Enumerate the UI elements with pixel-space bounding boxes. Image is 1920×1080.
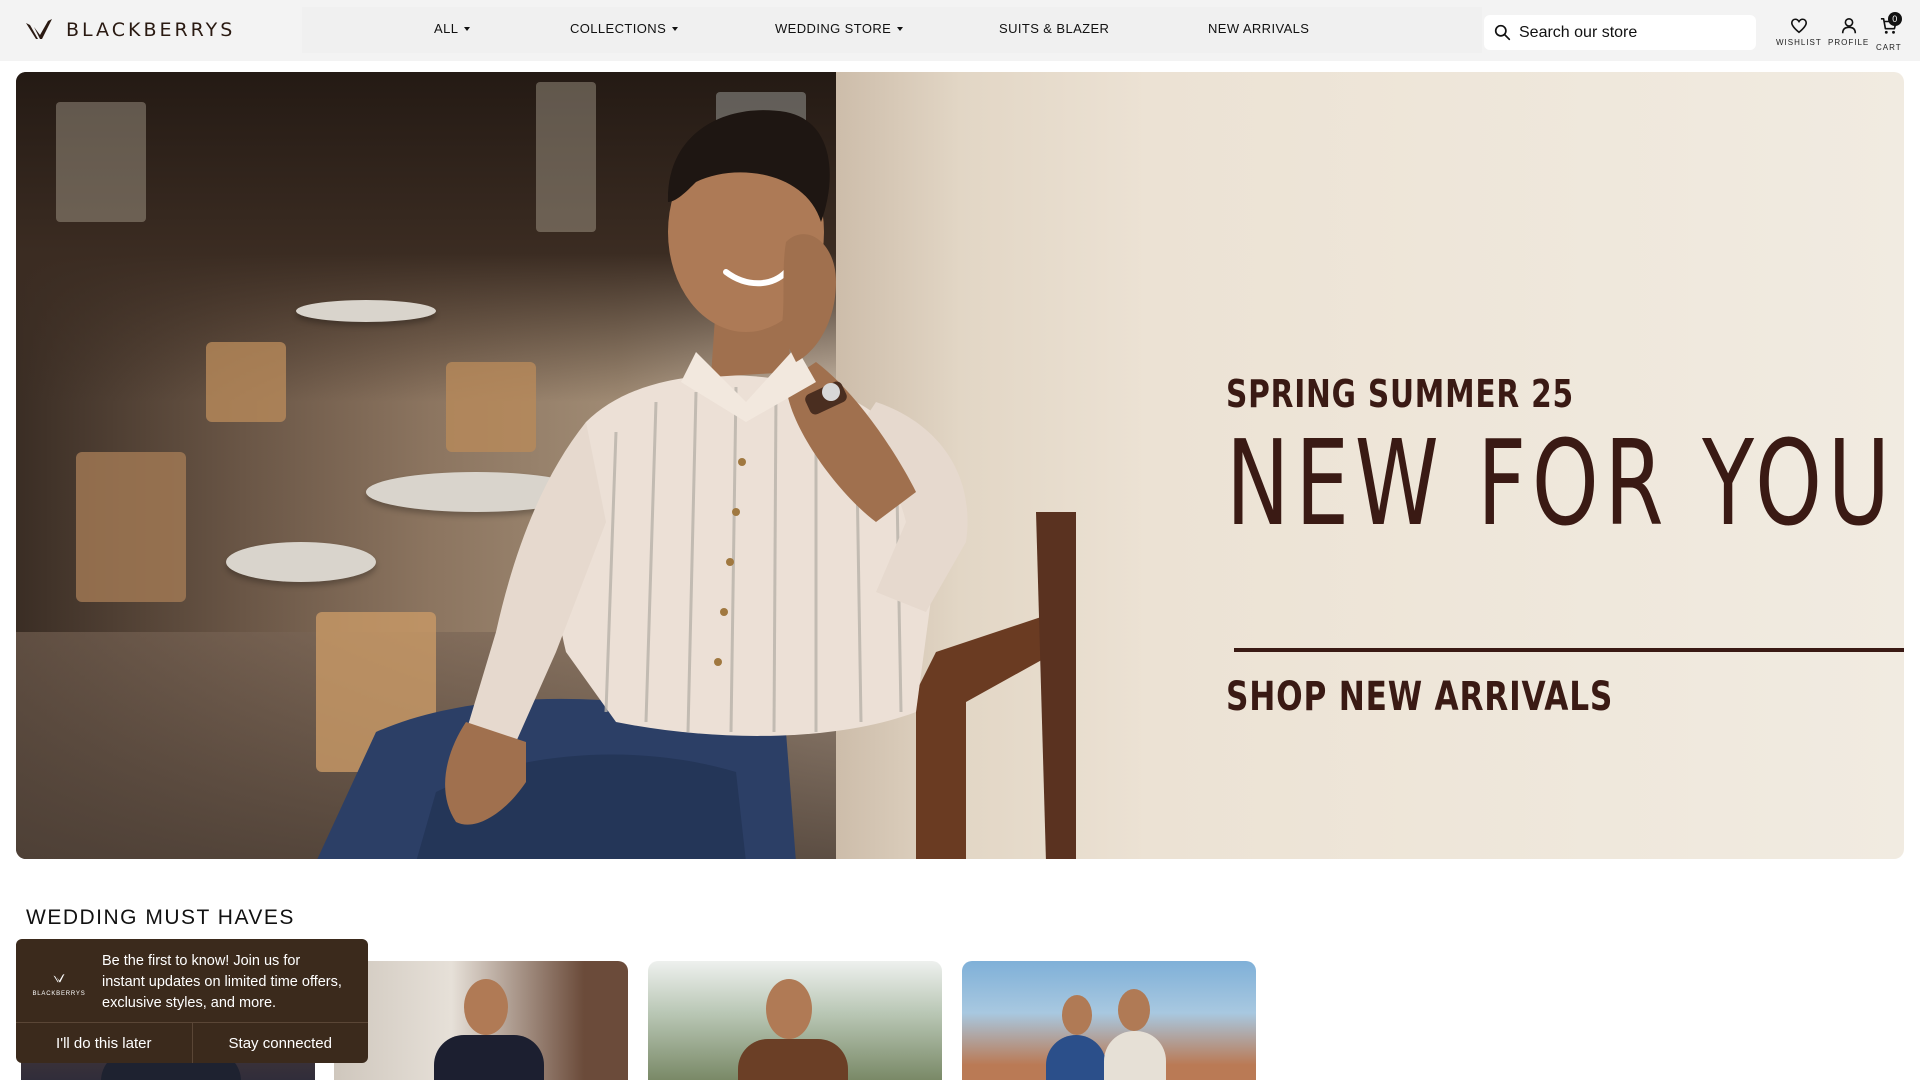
user-icon [1841, 17, 1856, 34]
brand-mark-icon [53, 973, 65, 983]
dismiss-button[interactable]: I'll do this later [16, 1023, 193, 1063]
wishlist-label: WISHLIST [1776, 38, 1822, 47]
wishlist-button[interactable]: WISHLIST [1776, 17, 1822, 47]
caret-down-icon [897, 26, 904, 31]
main-nav: ALL COLLECTIONS WEDDING STORE SUITS & BL… [302, 7, 1482, 53]
cafe-window [56, 102, 146, 222]
stay-connected-button[interactable]: Stay connected [193, 1023, 369, 1063]
cart-label: CART [1876, 43, 1902, 52]
search-box[interactable] [1484, 15, 1756, 50]
hero-eyebrow: SPRING SUMMER 25 [1226, 372, 1574, 416]
model-head [1062, 995, 1092, 1035]
model-head [464, 979, 508, 1035]
popup-actions: I'll do this later Stay connected [16, 1022, 368, 1063]
nav-item-collections[interactable]: COLLECTIONS [570, 21, 679, 36]
nav-item-suits-blazer[interactable]: SUITS & BLAZER [999, 21, 1109, 36]
search-icon [1494, 24, 1511, 41]
model-suit-blue [1046, 1035, 1106, 1080]
nav-item-label: SUITS & BLAZER [999, 21, 1110, 36]
product-card[interactable] [334, 961, 628, 1080]
model-suit [434, 1035, 544, 1080]
section-title-wedding: WEDDING MUST HAVES [26, 906, 295, 929]
model-suit-cream [1104, 1031, 1166, 1080]
popup-brand-name: BLACKBERRYS [32, 991, 86, 997]
cafe-chair [206, 342, 286, 422]
search-input[interactable] [1519, 23, 1739, 42]
hero-headline: NEW FOR YOU [1226, 414, 1896, 552]
profile-button[interactable]: PROFILE [1828, 17, 1869, 47]
caret-down-icon [672, 26, 679, 31]
popup-message: Be the first to know! Join us for instan… [102, 953, 342, 1011]
popup-brand-logo: BLACKBERRYS [32, 971, 86, 997]
cart-icon-wrap: 0 [1880, 12, 1902, 40]
nav-item-wedding-store[interactable]: WEDDING STORE [775, 21, 904, 36]
profile-label: PROFILE [1828, 38, 1870, 47]
shop-new-arrivals-link[interactable]: SHOP NEW ARRIVALS [1226, 674, 1613, 720]
nav-item-all[interactable]: ALL [434, 21, 471, 36]
hero-copy: SPRING SUMMER 25 NEW FOR YOU SHOP NEW AR… [1226, 372, 1904, 720]
product-card[interactable] [648, 961, 942, 1080]
nav-item-label: NEW ARRIVALS [1208, 21, 1310, 36]
cart-count-badge: 0 [1887, 12, 1902, 26]
cafe-chair [76, 452, 186, 602]
site-header: BLACKBERRYS ALL COLLECTIONS WEDDING STOR… [0, 0, 1920, 61]
cart-button[interactable]: 0 CART [1876, 12, 1902, 52]
brand-logo[interactable]: BLACKBERRYS [24, 14, 235, 46]
caret-down-icon [464, 26, 471, 31]
model-head [1118, 989, 1150, 1031]
product-card[interactable] [962, 961, 1256, 1080]
heart-icon [1790, 18, 1807, 34]
nav-item-label: WEDDING STORE [775, 21, 892, 36]
nav-item-label: ALL [434, 21, 459, 36]
model-photo [317, 110, 1076, 859]
model-head [766, 979, 812, 1039]
brand-name: BLACKBERRYS [66, 19, 236, 41]
notification-optin-popup: BLACKBERRYS Be the first to know! Join u… [16, 939, 368, 1063]
hero-divider [1234, 648, 1904, 652]
model-sherwani [738, 1039, 848, 1080]
brand-mark-icon [26, 19, 52, 39]
hero-banner[interactable]: SPRING SUMMER 25 NEW FOR YOU SHOP NEW AR… [16, 72, 1904, 859]
nav-item-label: COLLECTIONS [570, 21, 667, 36]
nav-item-new-arrivals[interactable]: NEW ARRIVALS [1208, 21, 1309, 36]
